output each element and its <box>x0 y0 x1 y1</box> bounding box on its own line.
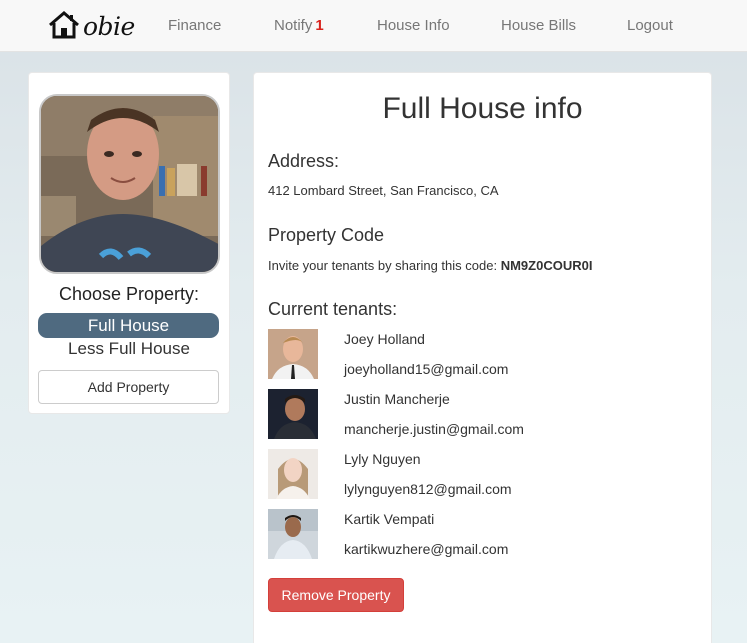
notification-count-badge: 1 <box>315 17 324 34</box>
address-value: 412 Lombard Street, San Francisco, CA <box>268 183 499 198</box>
property-option[interactable]: Less Full House <box>29 339 229 359</box>
tenant-name: Justin Mancherje <box>344 391 450 407</box>
tenant-photo <box>268 389 318 439</box>
nav-notify-label: Notify <box>274 17 313 34</box>
nav-house-info[interactable]: House Info <box>377 17 450 34</box>
tenant-name: Joey Holland <box>344 331 425 347</box>
house-icon <box>49 11 79 39</box>
remove-property-button[interactable]: Remove Property <box>268 578 404 612</box>
nav-house-bills[interactable]: House Bills <box>501 17 576 34</box>
top-navbar: obie Finance Notify 1 House Info House Bi… <box>0 0 747 52</box>
add-property-button[interactable]: Add Property <box>38 370 219 404</box>
brand-name: obie <box>83 12 135 41</box>
property-code-text: Invite your tenants by sharing this code… <box>268 258 498 273</box>
page-title: Full House info <box>382 92 583 125</box>
property-option-selected[interactable]: Full House <box>38 313 219 338</box>
tenant-photo <box>268 329 318 379</box>
tenant-name: Lyly Nguyen <box>344 451 421 467</box>
property-code-line: Invite your tenants by sharing this code… <box>268 258 592 273</box>
nav-finance[interactable]: Finance <box>168 17 221 34</box>
user-avatar <box>39 94 220 274</box>
property-code-heading: Property Code <box>268 225 385 245</box>
tenant-email: kartikwuzhere@gmail.com <box>344 541 509 557</box>
tenant-email: joeyholland15@gmail.com <box>344 361 509 377</box>
brand-logo[interactable]: obie <box>48 11 135 41</box>
choose-property-heading: Choose Property: <box>58 284 200 304</box>
tenant-name: Kartik Vempati <box>344 511 435 527</box>
nav-logout[interactable]: Logout <box>627 17 673 34</box>
tenant-photo <box>268 509 318 559</box>
address-heading: Address: <box>268 151 340 171</box>
tenant-email: mancherje.justin@gmail.com <box>344 421 524 437</box>
tenant-photo <box>268 449 318 499</box>
profile-card: Choose Property: Full House Less Full Ho… <box>28 72 230 414</box>
tenants-heading: Current tenants: <box>268 299 398 319</box>
tenant-email: lylynguyen812@gmail.com <box>344 481 512 497</box>
nav-notify[interactable]: Notify 1 <box>274 17 324 34</box>
property-code-value: NM9Z0COUR0I <box>500 258 593 273</box>
house-info-panel: Full House info Address: 412 Lombard Str… <box>253 72 712 643</box>
